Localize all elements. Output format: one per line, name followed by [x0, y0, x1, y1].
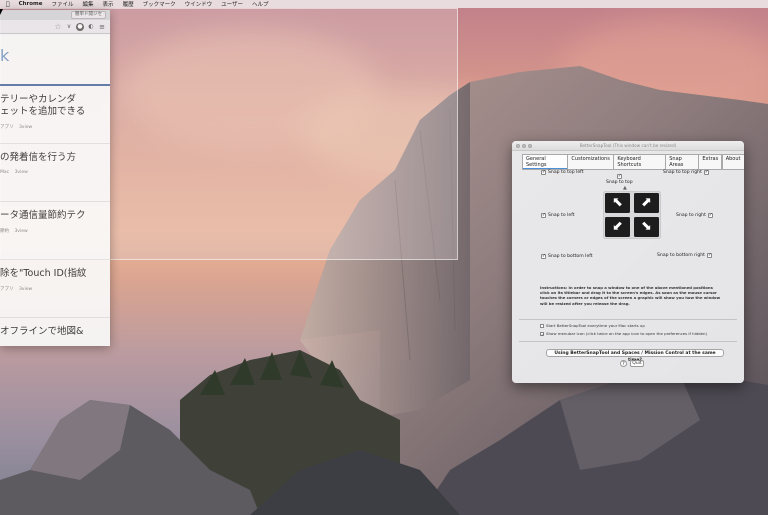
- spaces-mission-control-button[interactable]: Using BetterSnapTool and Spaces / Missio…: [546, 349, 724, 363]
- checkbox-box[interactable]: ✓: [541, 170, 546, 175]
- snap-bottom-right-checkbox[interactable]: Snap to bottom right ✓: [657, 253, 712, 258]
- startup-option-label: Start BetterSnapTool everytime your Mac …: [546, 323, 645, 328]
- snap-bottom-right-label: Snap to bottom right: [657, 253, 705, 258]
- menubar-icon-option[interactable]: ✓ Show menubar icon (click twice on the …: [540, 331, 707, 336]
- checkbox-box[interactable]: ✓: [706, 253, 712, 258]
- checkbox-box[interactable]: ✓: [540, 331, 544, 336]
- snap-right-label: Snap to right: [676, 213, 706, 218]
- arrow-up-left-icon: ⬉: [605, 193, 630, 213]
- page-heading: k: [0, 46, 10, 65]
- snap-left-checkbox[interactable]: ✓ Snap to left: [541, 213, 575, 218]
- menu-item-help[interactable]: ヘルプ: [252, 0, 269, 8]
- evernote-icon[interactable]: ◐: [87, 23, 95, 31]
- checkbox-box[interactable]: ✓: [703, 170, 709, 175]
- window-title: BetterSnapTool (This window can't be res…: [579, 143, 677, 148]
- help-button[interactable]: ?: [620, 360, 627, 367]
- general-settings-panel: ✓ Snap to top left ✓ Snap to top Snap to…: [519, 163, 737, 367]
- snap-top-label: Snap to top: [606, 180, 633, 185]
- article-item[interactable]: 除を"Touch ID(指紋 アプリ 3view: [0, 260, 110, 318]
- chrome-tab-bar: 簡単ド開ジセ: [0, 10, 110, 20]
- instructions-text: Instructions: In order to snap a window …: [540, 285, 721, 306]
- snap-top-left-checkbox[interactable]: ✓ Snap to top left: [541, 170, 584, 175]
- snap-top-checkbox[interactable]: ✓ Snap to top: [606, 174, 633, 185]
- article-title[interactable]: ータ通信量節約テク: [0, 210, 106, 222]
- checkbox-box[interactable]: [540, 323, 544, 328]
- article-title[interactable]: の発着信を行う方: [0, 152, 106, 164]
- tab-button[interactable]: 簡単ド開ジセ: [71, 11, 106, 19]
- chrome-toolbar: ☆ ∨ ● ◐ ≡: [0, 20, 110, 34]
- menu-item-history[interactable]: 履歴: [123, 0, 134, 8]
- snap-top-right-label: Snap to top right: [663, 170, 702, 175]
- pocket-icon[interactable]: ∨: [65, 23, 73, 31]
- mouse-cursor-icon: [0, 9, 3, 15]
- window-controls: [516, 144, 532, 148]
- menu-app-name[interactable]: Chrome: [19, 1, 43, 7]
- checkbox-box[interactable]: ✓: [707, 213, 713, 218]
- snap-direction-pad: ⬉ ⬈ ⬋ ⬊: [603, 191, 661, 239]
- web-page: k テリーやカレンダ ェットを追加できる アプリ 3view の発着信を行う方 …: [0, 34, 110, 346]
- article-item[interactable]: ータ通信量節約テク 節約 3view: [0, 202, 110, 260]
- bettersnaptool-preferences-window[interactable]: BetterSnapTool (This window can't be res…: [512, 141, 744, 383]
- article-tag[interactable]: 節約: [0, 229, 9, 234]
- arrow-up-right-icon: ⬈: [634, 193, 659, 213]
- article-title[interactable]: オフラインで地図&: [0, 326, 106, 338]
- article-item[interactable]: オフラインで地図&: [0, 318, 110, 346]
- menu-item-view[interactable]: 表示: [103, 0, 114, 8]
- menu-item-edit[interactable]: 編集: [83, 0, 94, 8]
- snap-top-right-checkbox[interactable]: Snap to top right ✓: [663, 170, 709, 175]
- article-item[interactable]: の発着信を行う方 Mac 3view: [0, 144, 110, 202]
- menu-bar:  Chrome ファイル 編集 表示 履歴 ブックマーク ウインドウ ユーザー…: [0, 0, 768, 8]
- snap-bottom-left-checkbox[interactable]: ✓ Snap to bottom left: [541, 254, 593, 259]
- star-icon[interactable]: ☆: [54, 22, 62, 31]
- article-item[interactable]: テリーやカレンダ ェットを追加できる アプリ 3view: [0, 86, 110, 144]
- article-tag[interactable]: アプリ: [0, 287, 14, 292]
- divider: [519, 341, 737, 342]
- zoom-button[interactable]: [528, 144, 532, 148]
- menu-icon[interactable]: ≡: [98, 23, 106, 31]
- article-views: 3view: [18, 287, 33, 292]
- minimize-button[interactable]: [522, 144, 526, 148]
- apple-menu-icon[interactable]: : [6, 1, 10, 8]
- arrow-down-left-icon: ⬋: [605, 217, 630, 237]
- article-meta: アプリ 3view: [0, 286, 106, 292]
- article-views: 3view: [18, 125, 33, 130]
- shield-icon[interactable]: ●: [76, 22, 84, 31]
- menu-item-bookmarks[interactable]: ブックマーク: [143, 0, 176, 8]
- checkbox-box[interactable]: ✓: [616, 174, 622, 179]
- snap-left-label: Snap to left: [548, 213, 575, 218]
- checkbox-box[interactable]: ✓: [541, 254, 546, 259]
- article-title[interactable]: ェットを追加できる: [0, 106, 106, 118]
- article-meta: Mac 3view: [0, 170, 106, 175]
- article-meta: 節約 3view: [0, 228, 106, 234]
- menubar-icon-option-label: Show menubar icon (click twice on the ap…: [546, 331, 707, 336]
- checkbox-box[interactable]: ✓: [541, 213, 546, 218]
- article-views: 3view: [14, 229, 28, 234]
- arrow-down-right-icon: ⬊: [634, 217, 659, 237]
- menu-item-window[interactable]: ウインドウ: [185, 0, 213, 8]
- divider: [519, 319, 737, 320]
- article-tag[interactable]: アプリ: [0, 125, 14, 130]
- menu-item-file[interactable]: ファイル: [52, 0, 74, 8]
- page-header: k: [0, 34, 110, 86]
- window-titlebar[interactable]: BetterSnapTool (This window can't be res…: [512, 141, 744, 151]
- article-meta: アプリ 3view: [0, 124, 106, 130]
- snap-bottom-left-label: Snap to bottom left: [548, 254, 593, 259]
- chrome-window[interactable]: 簡単ド開ジセ ☆ ∨ ● ◐ ≡ k テリーやカレンダ ェットを追加できる アプ…: [0, 10, 110, 346]
- startup-option[interactable]: Start BetterSnapTool everytime your Mac …: [540, 323, 645, 328]
- article-title[interactable]: 除を"Touch ID(指紋: [0, 268, 106, 280]
- article-views: 3view: [14, 170, 28, 175]
- snap-right-checkbox[interactable]: Snap to right ✓: [676, 213, 713, 218]
- menu-item-user[interactable]: ユーザー: [221, 0, 243, 8]
- quit-button[interactable]: Quit: [630, 360, 644, 367]
- snap-top-left-label: Snap to top left: [548, 170, 584, 175]
- article-title[interactable]: テリーやカレンダ: [0, 94, 106, 106]
- article-tag[interactable]: Mac: [0, 170, 9, 175]
- close-button[interactable]: [516, 144, 520, 148]
